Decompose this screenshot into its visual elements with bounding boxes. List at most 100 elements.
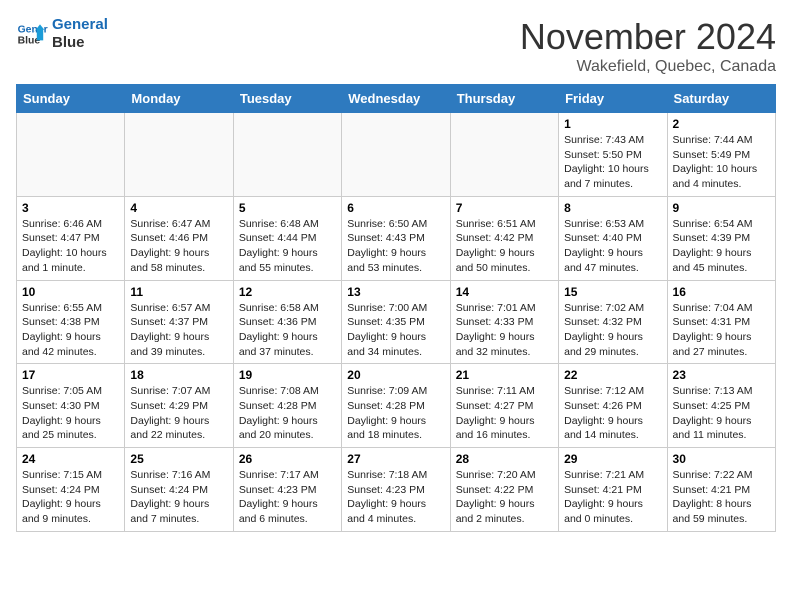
cell-info: Sunset: 4:44 PM [239, 231, 336, 246]
cell-info: Sunrise: 7:08 AM [239, 384, 336, 399]
cell-info: Daylight: 10 hours and 1 minute. [22, 246, 119, 275]
calendar-cell: 25Sunrise: 7:16 AMSunset: 4:24 PMDayligh… [125, 448, 233, 532]
cell-info: Sunset: 4:30 PM [22, 399, 119, 414]
cell-info: Sunset: 4:31 PM [673, 315, 770, 330]
cell-info: Sunset: 4:21 PM [673, 483, 770, 498]
cell-info: Daylight: 9 hours and 50 minutes. [456, 246, 553, 275]
cell-info: Sunset: 4:23 PM [347, 483, 444, 498]
day-number: 29 [564, 452, 661, 466]
logo-wordmark: General Blue [52, 16, 108, 52]
day-number: 4 [130, 201, 227, 215]
cell-info: Sunrise: 7:17 AM [239, 468, 336, 483]
day-number: 19 [239, 368, 336, 382]
calendar-cell: 27Sunrise: 7:18 AMSunset: 4:23 PMDayligh… [342, 448, 450, 532]
calendar-cell: 9Sunrise: 6:54 AMSunset: 4:39 PMDaylight… [667, 196, 775, 280]
cell-info: Sunrise: 7:12 AM [564, 384, 661, 399]
cell-info: Daylight: 9 hours and 32 minutes. [456, 330, 553, 359]
cell-info: Sunrise: 6:51 AM [456, 217, 553, 232]
cell-info: Sunrise: 6:46 AM [22, 217, 119, 232]
week-row: 1Sunrise: 7:43 AMSunset: 5:50 PMDaylight… [17, 113, 776, 197]
cell-info: Daylight: 9 hours and 47 minutes. [564, 246, 661, 275]
cell-info: Sunrise: 6:50 AM [347, 217, 444, 232]
calendar-cell: 2Sunrise: 7:44 AMSunset: 5:49 PMDaylight… [667, 113, 775, 197]
cell-info: Sunset: 5:49 PM [673, 148, 770, 163]
header-day: Thursday [450, 85, 558, 113]
cell-info: Sunrise: 7:18 AM [347, 468, 444, 483]
cell-info: Sunset: 4:36 PM [239, 315, 336, 330]
calendar-cell: 28Sunrise: 7:20 AMSunset: 4:22 PMDayligh… [450, 448, 558, 532]
calendar-table: SundayMondayTuesdayWednesdayThursdayFrid… [16, 84, 776, 532]
logo-icon: General Blue [16, 18, 48, 50]
cell-info: Daylight: 9 hours and 4 minutes. [347, 497, 444, 526]
cell-info: Sunrise: 7:04 AM [673, 301, 770, 316]
cell-info: Sunrise: 7:11 AM [456, 384, 553, 399]
header-day: Friday [559, 85, 667, 113]
day-number: 23 [673, 368, 770, 382]
week-row: 17Sunrise: 7:05 AMSunset: 4:30 PMDayligh… [17, 364, 776, 448]
day-number: 28 [456, 452, 553, 466]
cell-info: Sunset: 4:28 PM [347, 399, 444, 414]
cell-info: Sunset: 4:28 PM [239, 399, 336, 414]
calendar-cell: 21 Sunrise: 7:11 AMSunset: 4:27 PMDayligh… [450, 364, 558, 448]
cell-info: Daylight: 9 hours and 58 minutes. [130, 246, 227, 275]
cell-info: Sunset: 5:50 PM [564, 148, 661, 163]
calendar-cell: 7Sunrise: 6:51 AMSunset: 4:42 PMDaylight… [450, 196, 558, 280]
day-number: 9 [673, 201, 770, 215]
day-number: 10 [22, 285, 119, 299]
day-number: 24 [22, 452, 119, 466]
cell-info: Daylight: 9 hours and 20 minutes. [239, 414, 336, 443]
calendar-cell: 22Sunrise: 7:12 AMSunset: 4:26 PMDayligh… [559, 364, 667, 448]
cell-info: Daylight: 9 hours and 34 minutes. [347, 330, 444, 359]
cell-info: Sunset: 4:33 PM [456, 315, 553, 330]
calendar-cell: 5Sunrise: 6:48 AMSunset: 4:44 PMDaylight… [233, 196, 341, 280]
cell-info: Sunrise: 6:48 AM [239, 217, 336, 232]
cell-info: Daylight: 9 hours and 11 minutes. [673, 414, 770, 443]
cell-info: Sunrise: 6:47 AM [130, 217, 227, 232]
cell-info: Sunrise: 7:00 AM [347, 301, 444, 316]
calendar-cell: 13Sunrise: 7:00 AMSunset: 4:35 PMDayligh… [342, 280, 450, 364]
day-number: 21 [456, 368, 553, 382]
cell-info: Daylight: 9 hours and 45 minutes. [673, 246, 770, 275]
cell-info: Sunrise: 7:22 AM [673, 468, 770, 483]
calendar-cell: 23Sunrise: 7:13 AMSunset: 4:25 PMDayligh… [667, 364, 775, 448]
calendar-cell: 17Sunrise: 7:05 AMSunset: 4:30 PMDayligh… [17, 364, 125, 448]
cell-info: Sunrise: 7:44 AM [673, 133, 770, 148]
calendar-cell: 8Sunrise: 6:53 AMSunset: 4:40 PMDaylight… [559, 196, 667, 280]
cell-info: Daylight: 9 hours and 16 minutes. [456, 414, 553, 443]
title-block: November 2024 Wakefield, Quebec, Canada [520, 16, 776, 76]
header-day: Saturday [667, 85, 775, 113]
day-number: 7 [456, 201, 553, 215]
cell-info: Sunset: 4:40 PM [564, 231, 661, 246]
calendar-cell: 14Sunrise: 7:01 AMSunset: 4:33 PMDayligh… [450, 280, 558, 364]
cell-info: Daylight: 9 hours and 53 minutes. [347, 246, 444, 275]
cell-info: Sunset: 4:38 PM [22, 315, 119, 330]
cell-info: Sunrise: 7:21 AM [564, 468, 661, 483]
header-day: Monday [125, 85, 233, 113]
logo-line2: Blue [52, 34, 108, 52]
cell-info: Sunrise: 7:01 AM [456, 301, 553, 316]
calendar-cell: 3Sunrise: 6:46 AMSunset: 4:47 PMDaylight… [17, 196, 125, 280]
cell-info: Sunset: 4:27 PM [456, 399, 553, 414]
calendar-cell: 15Sunrise: 7:02 AMSunset: 4:32 PMDayligh… [559, 280, 667, 364]
calendar-cell: 24Sunrise: 7:15 AMSunset: 4:24 PMDayligh… [17, 448, 125, 532]
cell-info: Sunrise: 7:43 AM [564, 133, 661, 148]
cell-info: Sunset: 4:29 PM [130, 399, 227, 414]
cell-info: Sunset: 4:39 PM [673, 231, 770, 246]
cell-info: Sunrise: 7:13 AM [673, 384, 770, 399]
cell-info: Sunrise: 7:16 AM [130, 468, 227, 483]
calendar-cell [17, 113, 125, 197]
cell-info: Daylight: 8 hours and 59 minutes. [673, 497, 770, 526]
cell-info: Sunrise: 6:57 AM [130, 301, 227, 316]
day-number: 30 [673, 452, 770, 466]
cell-info: Sunrise: 7:20 AM [456, 468, 553, 483]
calendar-cell: 26Sunrise: 7:17 AMSunset: 4:23 PMDayligh… [233, 448, 341, 532]
header-row: SundayMondayTuesdayWednesdayThursdayFrid… [17, 85, 776, 113]
calendar-cell: 30 Sunrise: 7:22 AMSunset: 4:21 PMDayligh… [667, 448, 775, 532]
cell-info: Daylight: 9 hours and 9 minutes. [22, 497, 119, 526]
cell-info: Daylight: 9 hours and 7 minutes. [130, 497, 227, 526]
calendar-cell: 29Sunrise: 7:21 AMSunset: 4:21 PMDayligh… [559, 448, 667, 532]
month-title: November 2024 [520, 16, 776, 58]
week-row: 3Sunrise: 6:46 AMSunset: 4:47 PMDaylight… [17, 196, 776, 280]
cell-info: Daylight: 9 hours and 39 minutes. [130, 330, 227, 359]
day-number: 22 [564, 368, 661, 382]
